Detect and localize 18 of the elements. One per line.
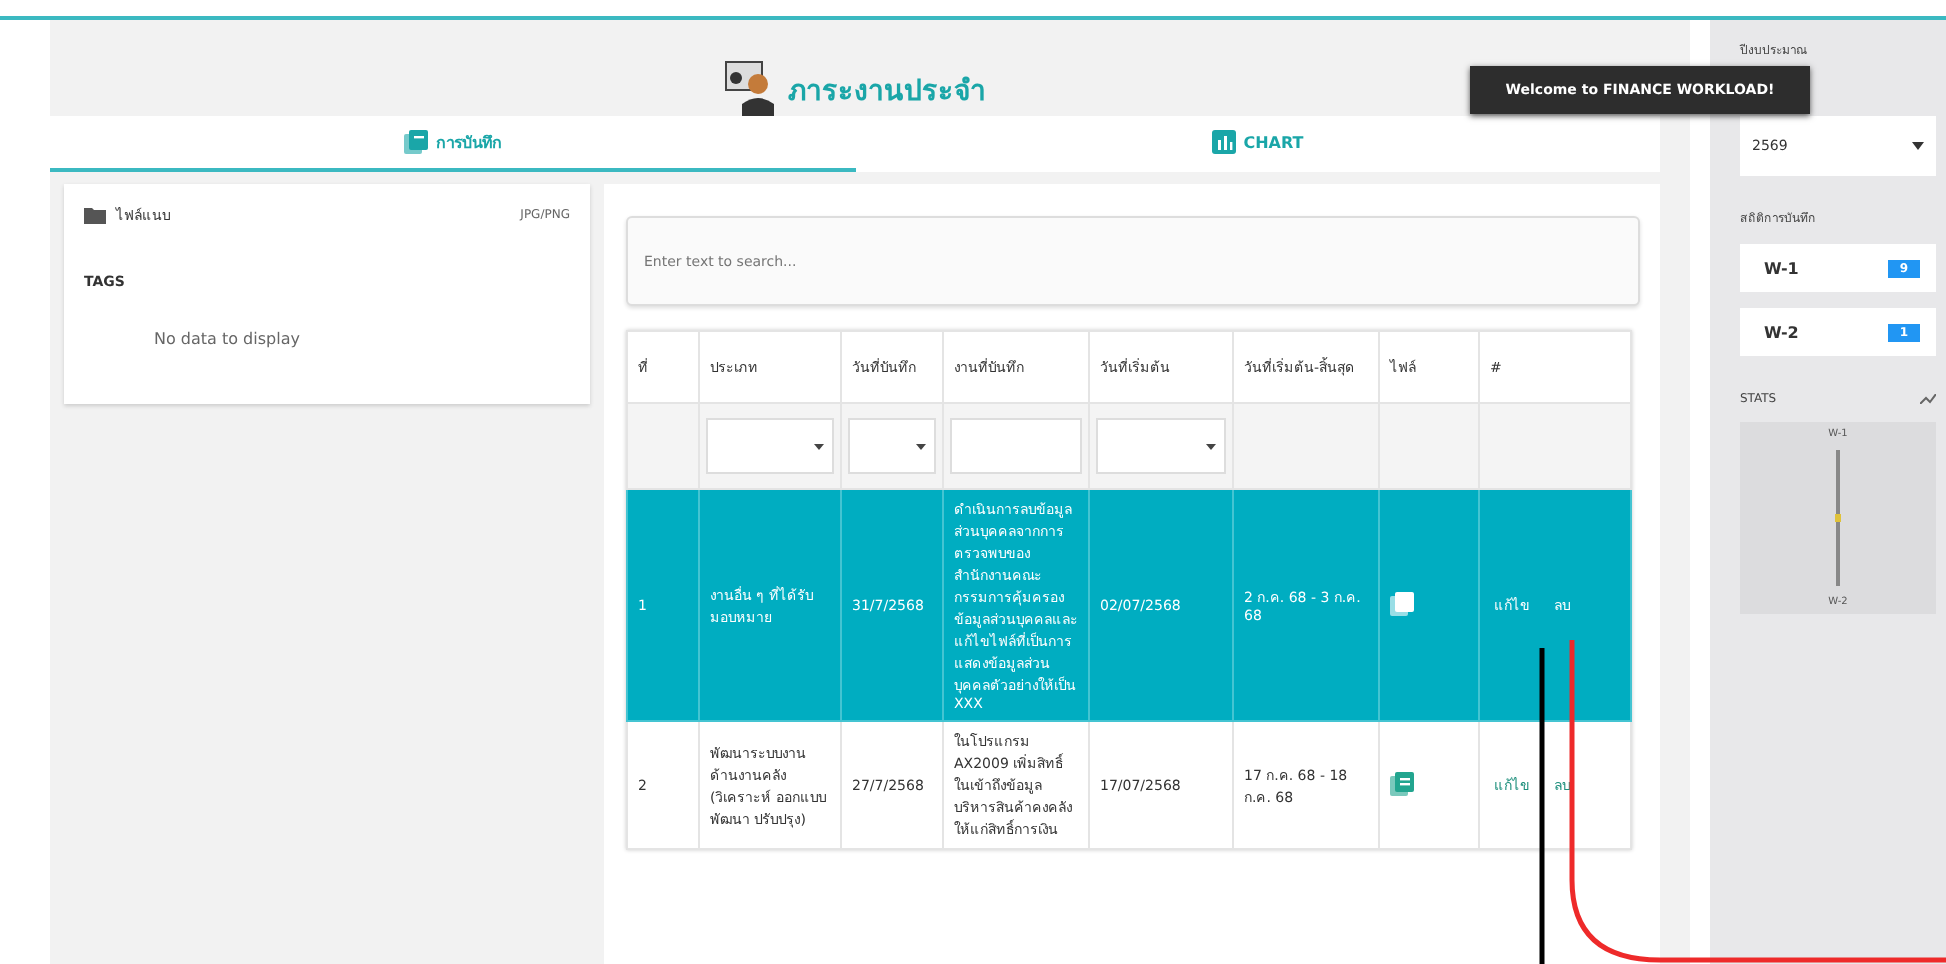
caret-icon <box>916 443 926 449</box>
document-icon[interactable] <box>1390 591 1414 615</box>
table-row[interactable] <box>627 489 1631 721</box>
document-icon[interactable] <box>1390 771 1414 795</box>
filter-dropdown[interactable] <box>848 418 936 474</box>
slider-track-drawing <box>1834 450 1842 586</box>
filter-field[interactable] <box>950 418 1082 474</box>
filter-dropdown[interactable] <box>706 418 834 474</box>
empty-message: No data to display <box>154 330 302 348</box>
caret-icon <box>1206 443 1216 449</box>
bar-chart-icon <box>1211 130 1236 154</box>
folder-icon <box>84 206 106 224</box>
page-title: ภาระงานประจำ <box>788 74 986 112</box>
filter-dropdown[interactable] <box>1096 418 1226 474</box>
document-icon <box>403 130 428 154</box>
caret-icon <box>814 443 824 449</box>
caret-icon <box>1912 142 1924 150</box>
trend-icon <box>1920 394 1936 404</box>
